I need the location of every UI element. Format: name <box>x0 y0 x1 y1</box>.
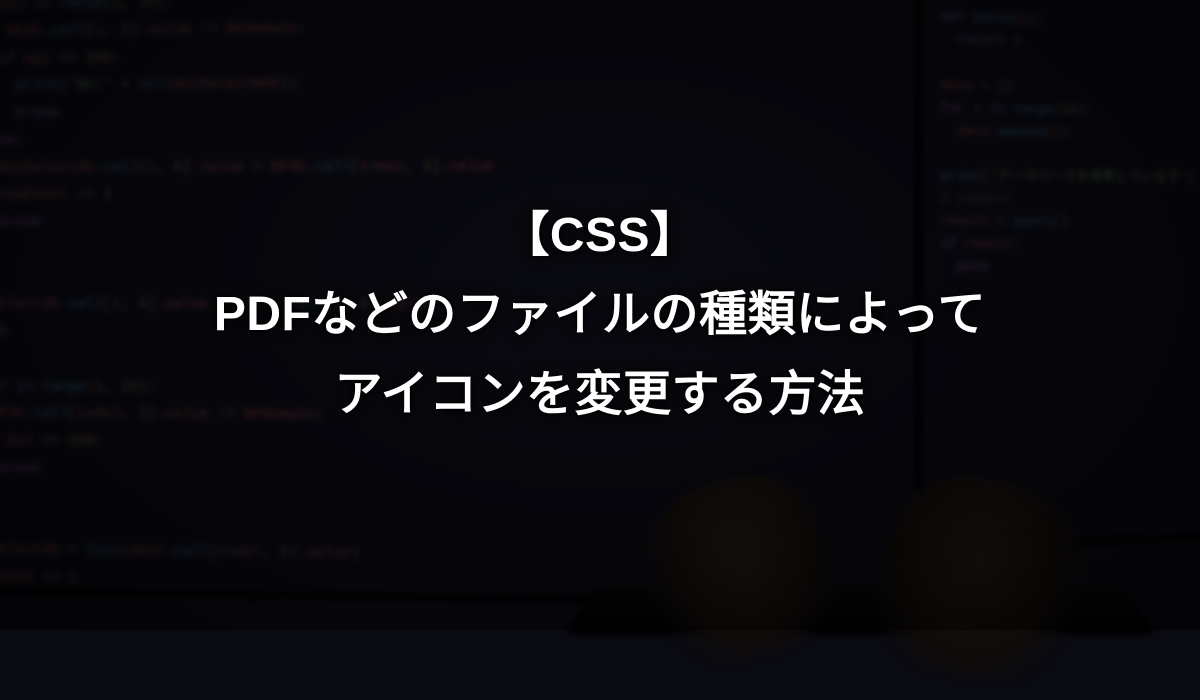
title-overlay: 【CSS】 PDFなどのファイルの種類によって アイコンを変更する方法 <box>0 0 1200 630</box>
title-line-2: PDFなどのファイルの種類によって <box>214 275 986 354</box>
title-line-1: 【CSS】 <box>501 196 698 275</box>
title-line-3: アイコンを変更する方法 <box>335 355 866 434</box>
